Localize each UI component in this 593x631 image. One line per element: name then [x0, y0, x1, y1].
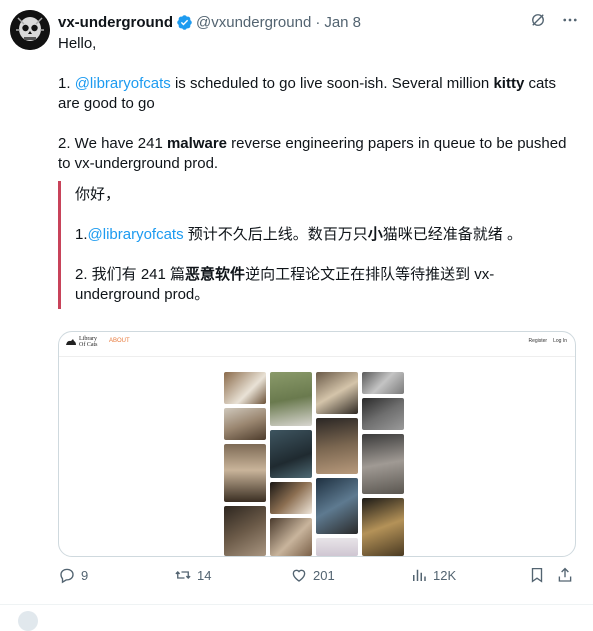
site-register-link: Register — [528, 338, 548, 344]
reply-button[interactable]: 9 — [58, 566, 88, 584]
site-login-link: Log In — [553, 338, 567, 344]
cat-photo — [362, 398, 404, 430]
cat-logo-icon — [66, 339, 76, 345]
quote-mention-link[interactable]: @libraryofcats — [88, 226, 184, 243]
cat-photo — [270, 430, 312, 478]
cat-photo — [316, 372, 358, 414]
cat-photo — [224, 444, 266, 502]
separator-dot: · — [315, 13, 321, 31]
reply-icon — [60, 568, 74, 584]
cat-photo — [362, 434, 404, 494]
quote-item-1: 1.@libraryofcats 预计不久后上线。数百万只小猫咪已经准备就绪 。 — [75, 226, 522, 243]
cat-photo — [270, 518, 312, 556]
like-button[interactable]: 201 — [290, 566, 335, 584]
quote-greeting: 你好， — [75, 186, 121, 203]
cat-photo — [316, 418, 358, 474]
next-tweet-avatar[interactable] — [18, 611, 38, 631]
share-button[interactable] — [556, 566, 574, 584]
grok-icon[interactable] — [529, 11, 547, 33]
cat-photo — [270, 372, 312, 426]
tweet-date[interactable]: Jan 8 — [324, 14, 361, 31]
repost-count: 14 — [197, 567, 212, 583]
author-avatar[interactable] — [10, 10, 50, 50]
more-options-icon[interactable] — [561, 11, 579, 33]
share-icon — [558, 567, 572, 582]
cat-photo — [224, 506, 266, 556]
author-handle[interactable]: @vxunderground — [196, 14, 311, 31]
quote-item-2: 2. 我们有 241 篇恶意软件逆向工程论文正在排队等待推送到 vx-under… — [75, 266, 495, 303]
greeting: Hello, — [58, 35, 97, 52]
item-2: 2. We have 241 malware reverse engineeri… — [58, 135, 567, 172]
bookmark-icon — [531, 567, 543, 583]
heart-icon — [292, 569, 306, 582]
cat-photo — [362, 372, 404, 394]
verified-badge-icon — [176, 14, 193, 31]
repost-icon — [175, 571, 191, 579]
skull-avatar-icon — [10, 10, 50, 50]
mention-link[interactable]: @libraryofcats — [75, 75, 171, 92]
cat-photo — [224, 408, 266, 440]
cat-photo — [316, 538, 358, 556]
like-count: 201 — [313, 567, 335, 583]
reply-count: 9 — [81, 567, 89, 583]
views-chart-icon — [413, 569, 426, 581]
views-count: 12K — [433, 567, 457, 583]
cat-photo — [270, 482, 312, 514]
item-1: 1. @libraryofcats is scheduled to go liv… — [58, 75, 556, 112]
cat-photo — [362, 498, 404, 556]
site-nav: Register Log In — [528, 338, 567, 344]
views-button[interactable]: 12K — [410, 566, 456, 584]
bookmark-button[interactable] — [528, 566, 546, 584]
tweet-divider — [0, 604, 593, 605]
translation-quote: 你好， 1.@libraryofcats 预计不久后上线。数百万只小猫咪已经准备… — [58, 181, 571, 309]
site-nav-about: ABOUT — [109, 338, 130, 344]
site-logo: Library Of Cats — [66, 336, 98, 348]
cat-photo — [316, 478, 358, 534]
action-bar: 9 14 201 12K — [58, 566, 578, 590]
tweet-text: Hello, 1. @libraryofcats is scheduled to… — [58, 34, 578, 174]
tweet-header: vx-underground @vxunderground · Jan 8 — [58, 11, 579, 33]
author-name[interactable]: vx-underground — [58, 14, 173, 31]
media-image[interactable]: Library Of Cats ABOUT Register Log In — [58, 331, 576, 557]
repost-button[interactable]: 14 — [174, 566, 211, 584]
site-header: Library Of Cats ABOUT Register Log In — [59, 332, 575, 357]
cat-photo — [224, 372, 266, 404]
